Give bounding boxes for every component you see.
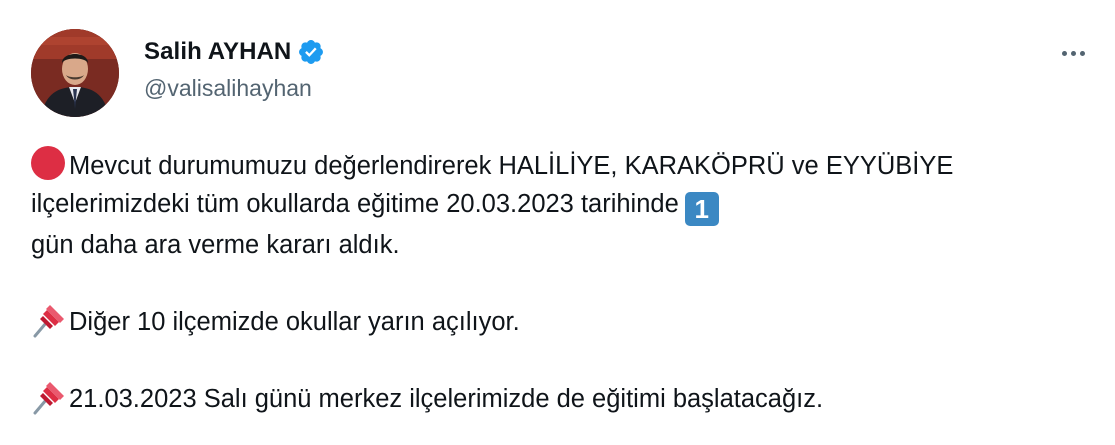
author-names: Salih AYHAN @valisalihayhan xyxy=(144,37,325,102)
dot xyxy=(1070,50,1076,56)
author-display-name[interactable]: Salih AYHAN xyxy=(144,38,291,66)
dot xyxy=(1061,50,1067,56)
verified-badge-icon xyxy=(297,38,325,66)
more-options-icon[interactable] xyxy=(1055,41,1091,65)
profile-photo-icon xyxy=(31,29,119,117)
red-circle-icon xyxy=(31,146,65,180)
tweet-paragraph-2-text: Diğer 10 ilçemizde okullar yarın açılıyo… xyxy=(69,308,520,336)
tweet-paragraph-1: Mevcut durumumuzu değerlendirerek HALİLİ… xyxy=(31,146,1091,264)
author-handle[interactable]: @valisalihayhan xyxy=(144,75,325,102)
pushpin-icon xyxy=(31,302,67,338)
tweet-paragraph-2: Diğer 10 ilçemizde okullar yarın açılıyo… xyxy=(31,302,1091,341)
tweet-card: Salih AYHAN @valisalihayhan Mevcut durum… xyxy=(0,0,1115,445)
avatar[interactable] xyxy=(31,29,119,117)
tweet-paragraph-1-text: Mevcut durumumuzu değerlendirerek HALİLİ… xyxy=(31,152,954,218)
tweet-paragraph-3-text: 21.03.2023 Salı günü merkez ilçelerimizd… xyxy=(69,385,824,413)
tweet-paragraph-1-end: gün daha ara verme kararı aldık. xyxy=(31,231,400,259)
tweet-text: Mevcut durumumuzu değerlendirerek HALİLİ… xyxy=(31,146,1091,418)
dot xyxy=(1079,50,1085,56)
tweet-header: Salih AYHAN @valisalihayhan xyxy=(31,29,1091,119)
pushpin-icon xyxy=(31,379,67,415)
keycap-one-icon: 1 xyxy=(684,192,719,226)
tweet-paragraph-3: 21.03.2023 Salı günü merkez ilçelerimizd… xyxy=(31,379,1091,418)
